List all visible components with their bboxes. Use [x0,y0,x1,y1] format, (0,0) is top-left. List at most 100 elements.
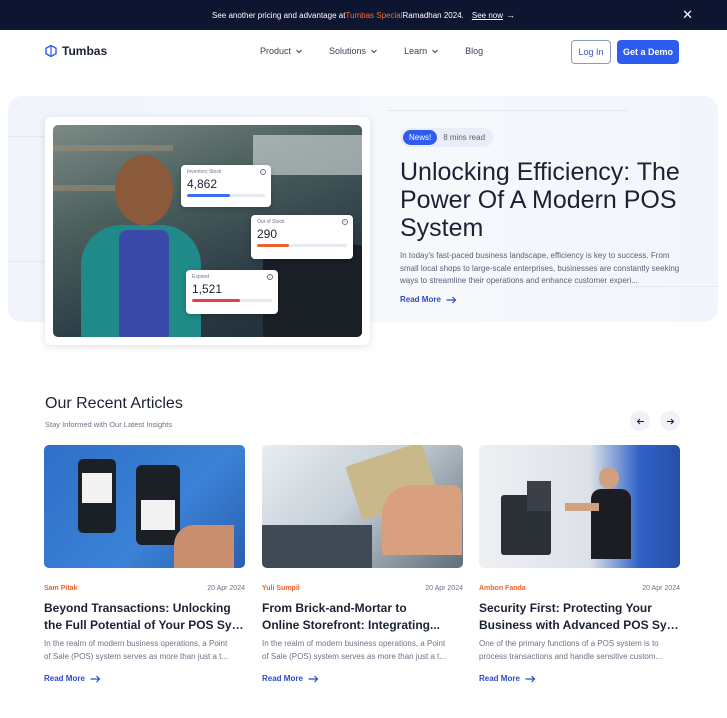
article-image-pos-terminal [479,445,680,568]
article-title-line: Business with Advanced POS Sys... [479,617,680,632]
article-card[interactable]: Sam Pitak 20 Apr 2024 Beyond Transaction… [44,445,245,683]
article-read-more-link[interactable]: Read More [44,674,101,683]
cashier-photo: Inventory Stock i 4,862 Out of Stock i 2… [53,125,362,337]
monitor [527,481,551,511]
stat-bar [257,244,347,247]
stat-label: Inventory Stock [187,169,222,175]
article-read-more-link[interactable]: Read More [262,674,319,683]
logo-text: Tumbas [62,44,108,58]
read-time: 8 mins read [443,133,486,142]
info-icon: i [260,169,266,175]
qr-code [82,473,112,503]
arrow-right-icon: → [506,10,516,20]
article-meta: Yuli Sumpil 20 Apr 2024 [262,585,463,592]
arm [565,503,599,511]
stat-label: Expired [192,274,209,280]
article-image-qr-payment [44,445,245,568]
carousel-prev-button[interactable] [630,411,650,431]
article-author: Sam Pitak [44,585,78,592]
stat-label: Out of Stock [257,219,285,225]
top-nav: Tumbas Product Solutions Learn Blog Log … [0,30,727,76]
read-more-label: Read More [479,674,520,683]
hand [174,525,234,568]
hero-image-card: Inventory Stock i 4,862 Out of Stock i 2… [45,117,370,345]
read-more-label: Read More [44,674,85,683]
announcement-bar: See another pricing and advantage at Tum… [0,0,727,30]
get-demo-button[interactable]: Get a Demo [617,40,679,64]
article-excerpt-line: In the realm of modern business operatio… [44,639,228,648]
hero-badge-row: News! 8 mins read [400,128,494,147]
info-icon: i [267,274,273,280]
article-excerpt-line: process transactions and handle sensitiv… [479,652,663,661]
menu-item-solutions[interactable]: Solutions [329,46,378,56]
see-now-link[interactable]: See now [472,11,503,20]
articles-heading: Our Recent Articles [45,395,183,412]
menu-item-product[interactable]: Product [260,46,303,56]
menu-item-label: Product [260,46,292,56]
chevron-down-icon [296,49,302,54]
decor-line [8,261,48,262]
articles-subheading: Stay Informed with Our Latest Insights [45,420,173,429]
read-more-label: Read More [262,674,303,683]
info-icon: i [342,219,348,225]
hero-description: In today's fast-paced business landscape… [400,251,680,285]
article-title[interactable]: From Brick-and-Mortar to Online Storefro… [262,600,463,633]
article-title[interactable]: Beyond Transactions: Unlocking the Full … [44,600,245,633]
announcement-text: See another pricing and advantage at [211,10,346,20]
article-excerpt-line: One of the primary functions of a POS sy… [479,639,659,648]
hero-read-more-link[interactable]: Read More [400,295,457,304]
hero-title: Unlocking Efficiency: The Power Of A Mod… [400,158,680,242]
menu-item-blog[interactable]: Blog [465,46,483,56]
article-title-line: Beyond Transactions: Unlocking [44,601,231,615]
arrow-right-icon [525,675,536,682]
stat-value: 1,521 [192,282,223,296]
announcement-highlight: Tumbas Special [345,10,403,20]
qr-code [141,500,175,530]
stat-bar [187,194,265,197]
login-button[interactable]: Log In [571,40,611,64]
hand [382,485,462,555]
arrow-right-icon [446,296,457,303]
article-meta: Sam Pitak 20 Apr 2024 [44,585,245,592]
stat-card-out-of-stock: Out of Stock i 290 [251,215,353,259]
read-more-label: Read More [400,295,441,304]
article-read-more-link[interactable]: Read More [479,674,536,683]
article-card[interactable]: Ambon Fanda 20 Apr 2024 Security First: … [479,445,680,683]
apron [119,230,169,337]
article-author: Ambon Fanda [479,585,526,592]
article-date: 20 Apr 2024 [207,585,245,592]
article-title-line: Online Storefront: Integrating... [262,617,440,632]
person-body [591,489,631,559]
stat-card-inventory: Inventory Stock i 4,862 [181,165,271,207]
article-excerpt: In the realm of modern business operatio… [262,637,463,663]
arrow-right-icon [90,675,101,682]
close-icon[interactable]: ✕ [682,7,693,23]
menu-item-label: Learn [404,46,428,56]
carousel-next-button[interactable] [660,411,680,431]
chevron-down-icon [371,49,377,54]
article-title-line: From Brick-and-Mortar to [262,601,407,615]
arrow-left-icon [636,418,644,424]
article-title-line: the Full Potential of Your POS Sys... [44,617,245,632]
card-terminal [262,525,372,568]
stat-card-expired: Expired i 1,521 [186,270,278,314]
stat-value: 4,862 [187,177,218,191]
logo[interactable]: Tumbas [45,44,107,58]
stat-bar-fill [192,299,240,302]
article-excerpt-line: of Sale (POS) system serves as more than… [44,652,229,661]
article-excerpt-line: In the realm of modern business operatio… [262,639,446,648]
article-card[interactable]: Yuli Sumpil 20 Apr 2024 From Brick-and-M… [262,445,463,683]
person-head [599,467,619,489]
arrow-right-icon [308,675,319,682]
article-title-line: Security First: Protecting Your [479,601,652,615]
stat-bar [192,299,272,302]
menu-item-learn[interactable]: Learn [404,46,439,56]
main-menu: Product Solutions Learn Blog [260,46,483,56]
article-meta: Ambon Fanda 20 Apr 2024 [479,585,680,592]
chevron-down-icon [432,49,438,54]
stat-value: 290 [257,227,278,241]
menu-item-label: Blog [465,46,484,56]
article-excerpt-line: of Sale (POS) system serves as more than… [262,652,447,661]
article-title[interactable]: Security First: Protecting Your Business… [479,600,680,633]
person-head [115,155,173,225]
